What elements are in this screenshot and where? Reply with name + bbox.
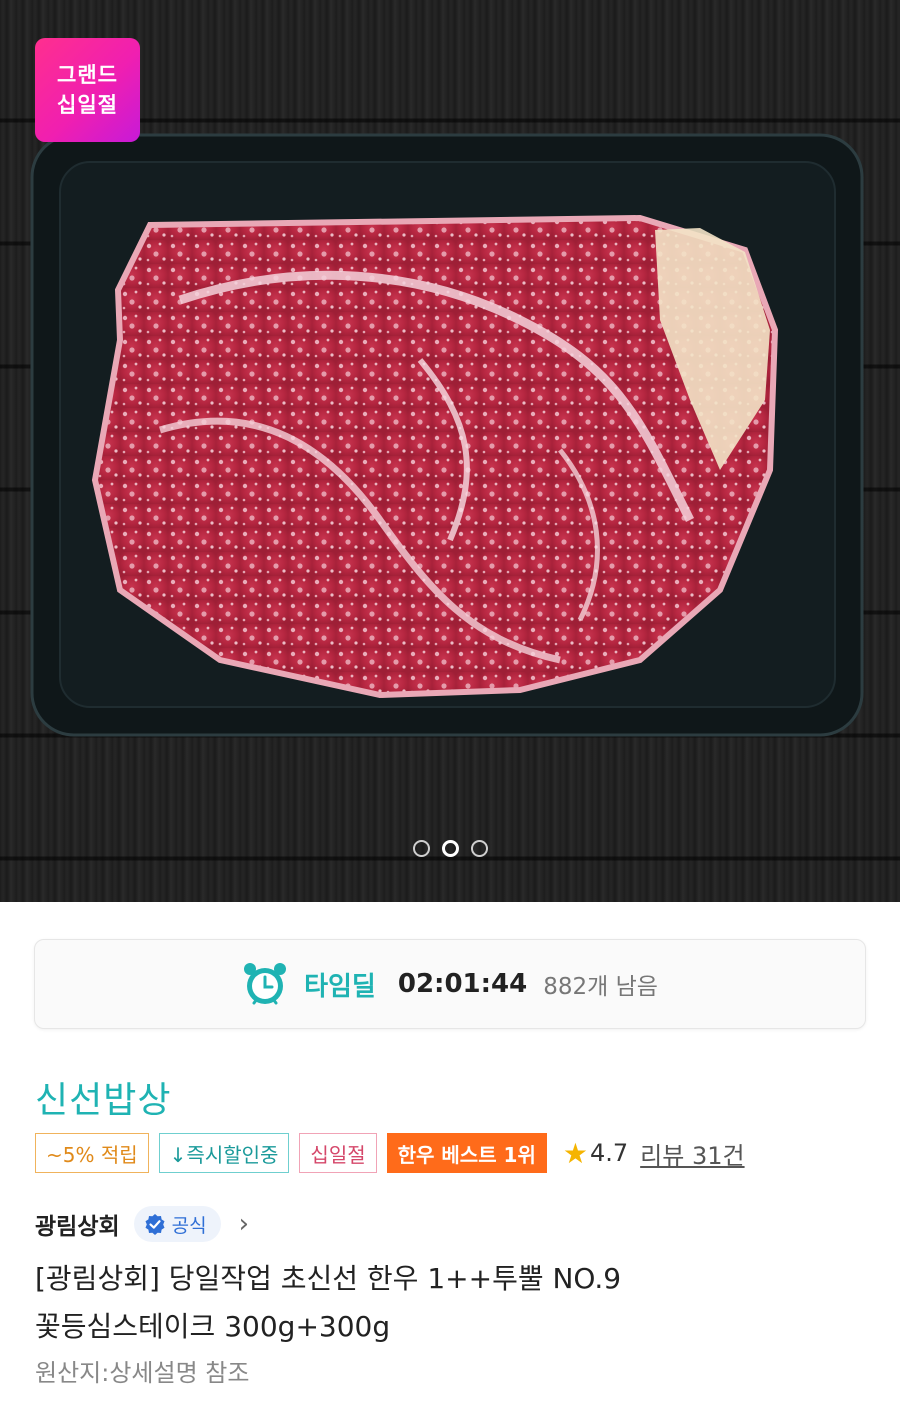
timedeal-countdown: 02:01:44 — [397, 969, 528, 999]
instant-discount-tag: ↓즉시할인중 — [158, 1133, 290, 1173]
seller-name[interactable]: 광림상회 — [35, 1207, 120, 1241]
brand-name[interactable]: 신선밥상 — [35, 1071, 171, 1123]
carousel-dot-active[interactable] — [441, 840, 459, 857]
rating-value: 4.7 — [589, 1139, 629, 1167]
best-ranking-tag: 한우 베스트 1위 — [386, 1133, 547, 1173]
seller-row[interactable]: 광림상회 공식 › — [35, 1204, 249, 1244]
star-icon: ★ — [562, 1136, 588, 1170]
points-tag: ~5% 적립 — [35, 1133, 149, 1173]
chevron-right-icon[interactable]: › — [239, 1209, 249, 1239]
benefit-tags-row: ~5% 적립 ↓즉시할인중 십일절 한우 베스트 1위 ★ 4.7 리뷰 31건 — [35, 1133, 745, 1173]
alarm-clock-icon — [244, 963, 287, 1005]
review-count-link[interactable]: 리뷰 31건 — [640, 1136, 744, 1171]
rating: ★ 4.7 리뷰 31건 — [563, 1136, 745, 1171]
carousel-dot[interactable] — [470, 840, 488, 857]
carousel-dot[interactable] — [412, 840, 430, 857]
product-title: [광림상회] 당일작업 초신선 한우 1++투뿔 NO.9 꽃등심스테이크 30… — [35, 1255, 875, 1351]
product-title-line: [광림상회] 당일작업 초신선 한우 1++투뿔 NO.9 — [35, 1262, 622, 1295]
timedeal-label: 타임딜 — [304, 971, 376, 1002]
timedeal-bar: 타임딜 02:01:44 882개 남음 — [34, 939, 866, 1029]
verified-check-icon — [145, 1214, 165, 1235]
official-label: 공식 — [171, 1214, 207, 1237]
official-seller-badge: 공식 — [133, 1206, 221, 1242]
event-tag: 십일절 — [299, 1133, 377, 1173]
product-image-carousel[interactable]: 그랜드 십일절 — [0, 0, 900, 902]
origin-info: 원산지:상세설명 참조 — [35, 1359, 250, 1387]
timedeal-remaining-stock: 882개 남음 — [543, 974, 658, 1000]
carousel-indicator — [0, 840, 900, 857]
grand-eleven-day-promo-badge: 그랜드 십일절 — [35, 38, 140, 142]
product-title-line: 꽃등심스테이크 300g+300g — [35, 1310, 391, 1343]
